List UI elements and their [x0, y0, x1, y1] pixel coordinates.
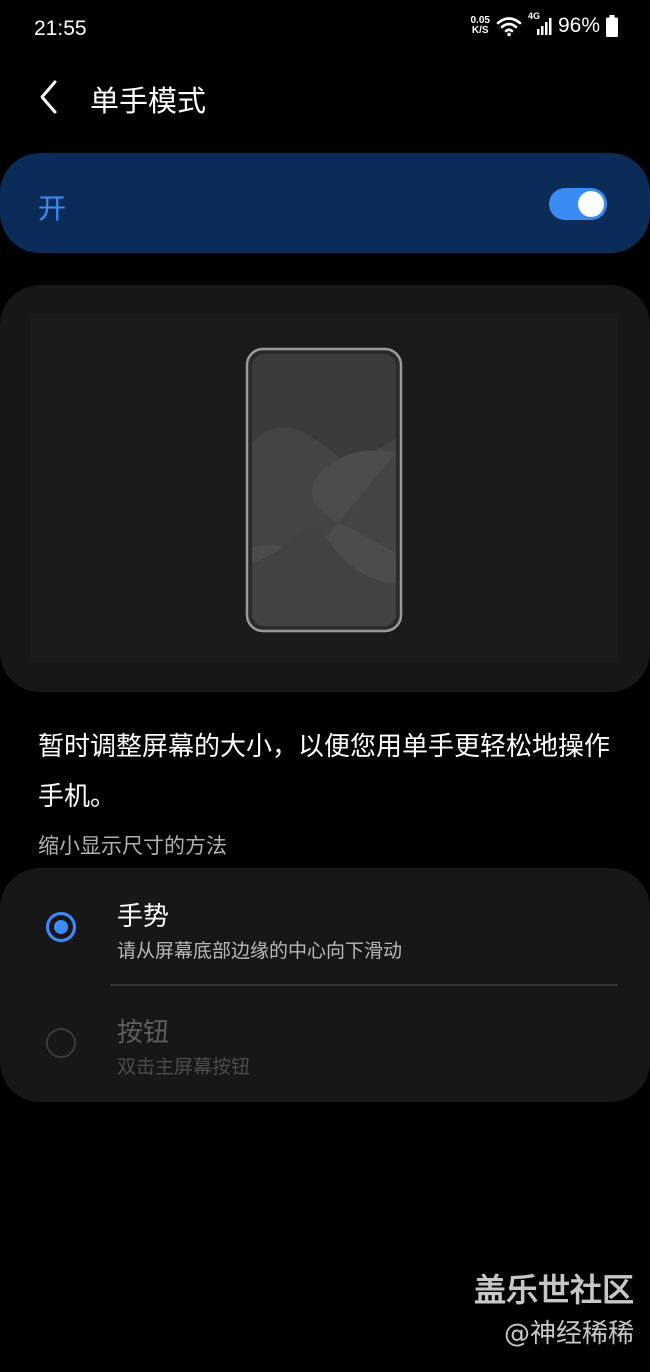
- header: 单手模式: [0, 66, 650, 128]
- cellular-signal-icon: 4G: [528, 11, 552, 38]
- watermark-author: @神经稀稀: [503, 1319, 634, 1349]
- battery-percent: 96%: [557, 14, 600, 37]
- option-gesture-title: 手势: [117, 902, 170, 932]
- battery-icon: [606, 15, 618, 37]
- methods-section-title: 缩小显示尺寸的方法: [38, 834, 227, 858]
- phone-illustration: [245, 347, 403, 633]
- option-gesture[interactable]: 手势 请从屏幕底部边缘的中心向下滑动: [0, 868, 650, 986]
- back-button[interactable]: [30, 76, 70, 118]
- option-button-title: 按钮: [117, 1018, 170, 1048]
- chevron-left-icon: [40, 80, 57, 114]
- status-bar: 21:55 0.05 K/S 4G 96%: [0, 0, 650, 62]
- feature-description: 暂时调整屏幕的大小，以便您用单手更轻松地操作手机。: [38, 732, 611, 812]
- watermark-community: 盖乐世社区: [473, 1271, 634, 1309]
- wifi-icon: [496, 17, 522, 37]
- methods-options-card: 手势 请从屏幕底部边缘的中心向下滑动 按钮 双击主屏幕按钮: [0, 868, 650, 1102]
- preview-card: [0, 285, 650, 692]
- master-toggle-row[interactable]: 开: [0, 153, 650, 253]
- radio-dot: [54, 920, 68, 934]
- network-speed-unit: K/S: [471, 25, 489, 36]
- radio-button[interactable]: [46, 1028, 76, 1058]
- option-button-subtitle: 双击主屏幕按钮: [117, 1056, 251, 1078]
- status-time: 21:55: [34, 17, 87, 40]
- master-toggle-switch[interactable]: [549, 188, 607, 220]
- master-toggle-label: 开: [38, 192, 67, 225]
- option-gesture-subtitle: 请从屏幕底部边缘的中心向下滑动: [117, 940, 403, 962]
- option-button[interactable]: 按钮 双击主屏幕按钮: [0, 986, 650, 1102]
- page-title: 单手模式: [90, 84, 207, 118]
- radio-gesture[interactable]: [46, 912, 76, 942]
- status-icons: 0.05 K/S 4G 96%: [471, 11, 618, 38]
- switch-knob: [578, 191, 604, 217]
- network-speed: 0.05 K/S: [471, 16, 490, 36]
- preview-area: [30, 313, 618, 663]
